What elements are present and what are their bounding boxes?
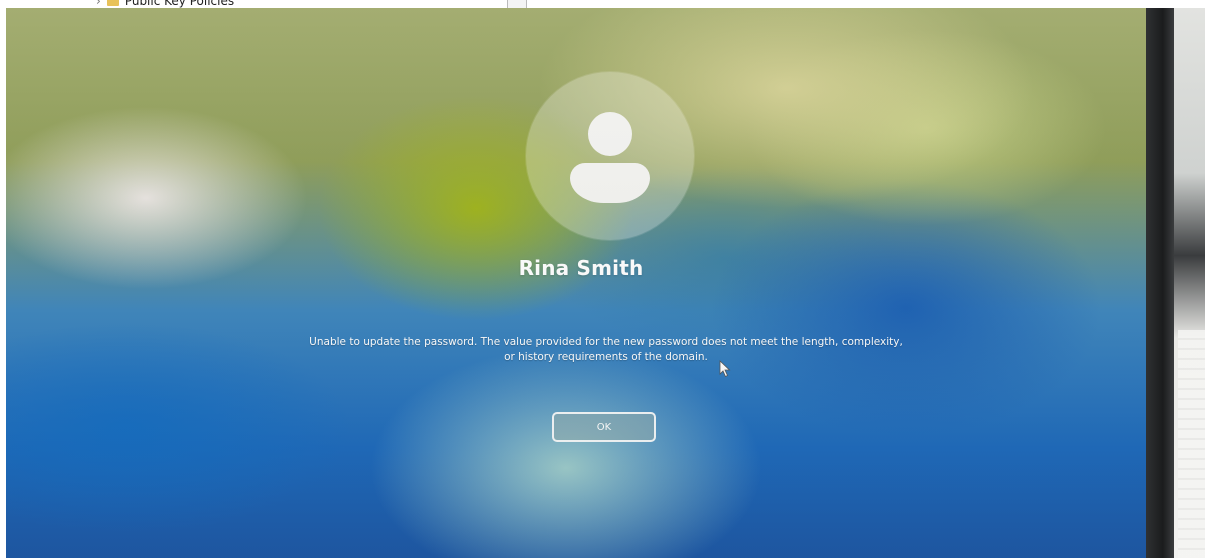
scrollbar[interactable] [507, 0, 527, 8]
tree-item-public-key-policies[interactable]: › Public Key Policies [96, 0, 234, 8]
error-message: Unable to update the password. The value… [309, 336, 903, 363]
tree-item-label: Public Key Policies [124, 0, 235, 8]
monitor-bezel [1146, 8, 1174, 558]
lock-screen: Rina Smith Unable to update the password… [6, 8, 1156, 558]
folder-icon [106, 0, 119, 6]
chevron-right-icon[interactable]: › [96, 0, 101, 8]
mouse-cursor-icon [719, 360, 731, 378]
avatar-body [570, 163, 650, 203]
paper-document [1178, 330, 1205, 558]
ok-button[interactable]: OK [552, 412, 656, 442]
user-avatar-icon [526, 72, 694, 240]
avatar-head [588, 112, 632, 156]
user-name: Rina Smith [518, 256, 644, 280]
background-window-strip: › Public Key Policies [0, 0, 1205, 8]
photo-of-monitor: › Public Key Policies Rina Smith Unable … [0, 0, 1205, 558]
